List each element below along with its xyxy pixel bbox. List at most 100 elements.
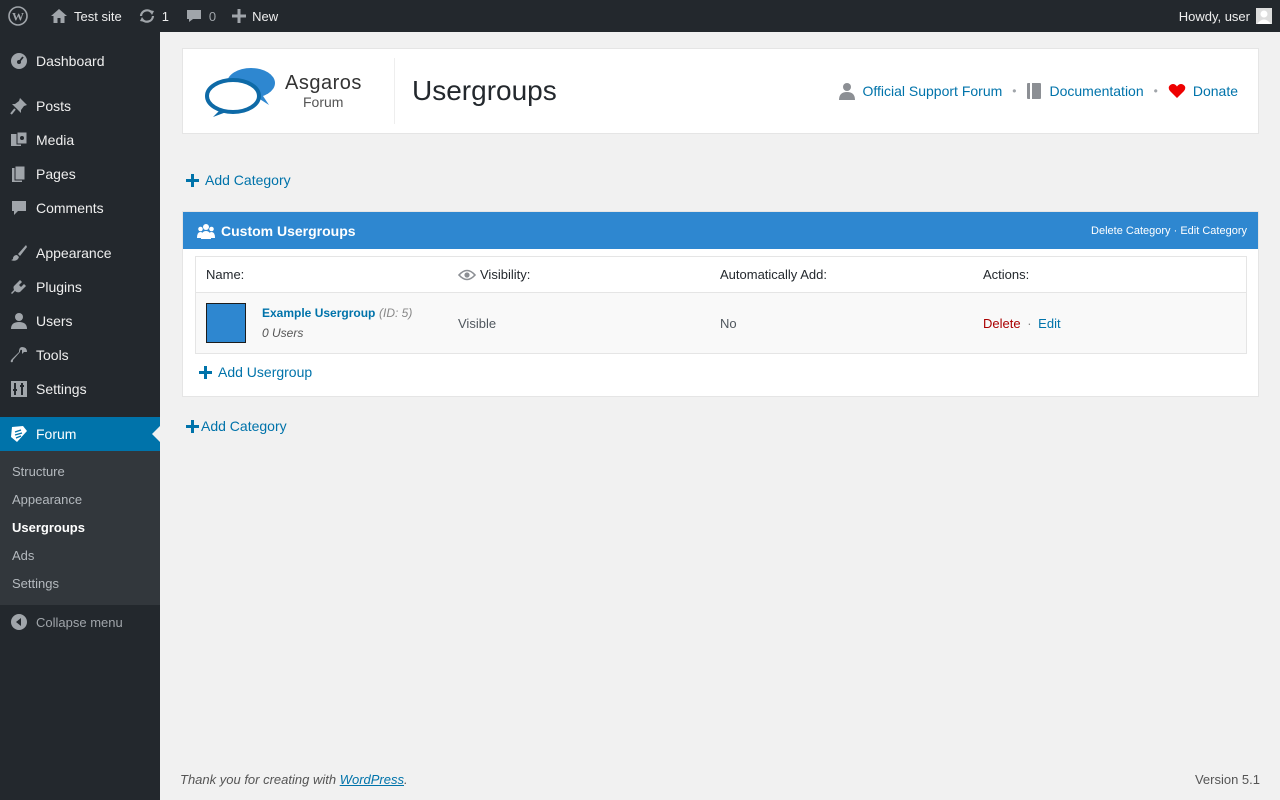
sidebar-item-label: Users xyxy=(36,313,73,329)
sidebar-item-label: Tools xyxy=(36,347,69,363)
my-account-link[interactable]: Howdy, user xyxy=(1179,8,1280,24)
updates-icon xyxy=(138,8,156,24)
documentation-label: Documentation xyxy=(1049,83,1144,99)
donate-label: Donate xyxy=(1192,83,1238,99)
wrench-icon xyxy=(9,345,29,365)
updates-link[interactable]: 1 xyxy=(130,0,177,32)
delete-usergroup-link[interactable]: Delete xyxy=(983,316,1021,331)
column-header-visibility: Visibility: xyxy=(480,267,531,282)
submenu-item-structure[interactable]: Structure xyxy=(0,458,160,486)
comments-link[interactable]: 0 xyxy=(177,0,224,32)
sidebar-item-forum[interactable]: Forum xyxy=(0,417,160,451)
logo-subtitle: Forum xyxy=(303,94,344,110)
add-category-button-bottom[interactable]: Add Category xyxy=(186,418,287,434)
column-header-actions: Actions: xyxy=(983,267,1030,282)
comments-icon xyxy=(9,198,29,218)
edit-usergroup-link[interactable]: Edit xyxy=(1038,316,1060,331)
sidebar-item-media[interactable]: Media xyxy=(0,123,160,157)
sidebar-item-label: Appearance xyxy=(36,245,112,261)
collapse-icon xyxy=(9,612,29,632)
page-title: Usergroups xyxy=(412,75,557,106)
sidebar-item-tools[interactable]: Tools xyxy=(0,338,160,372)
plus-icon xyxy=(186,173,199,187)
forum-icon xyxy=(9,424,29,444)
home-icon xyxy=(50,8,68,24)
sidebar-item-comments[interactable]: Comments xyxy=(0,191,160,225)
actions-separator: · xyxy=(1173,224,1178,237)
wordpress-icon: W xyxy=(8,6,28,26)
sidebar-item-label: Comments xyxy=(36,200,104,216)
usergroup-auto-add: No xyxy=(720,315,737,331)
submenu-item-usergroups[interactable]: Usergroups xyxy=(0,514,160,542)
comment-icon xyxy=(185,8,203,24)
person-icon xyxy=(839,82,856,100)
usergroup-name-link[interactable]: Example Usergroup xyxy=(262,306,375,320)
sidebar-item-appearance[interactable]: Appearance xyxy=(0,236,160,270)
category-actions: Delete Category · Edit Category xyxy=(1091,225,1247,237)
avatar xyxy=(1256,8,1272,24)
usergroup-color-swatch xyxy=(206,303,246,343)
book-icon xyxy=(1026,82,1042,100)
eye-icon xyxy=(458,269,476,281)
usergroup-user-count: 0 Users xyxy=(262,325,304,340)
separator-dot: • xyxy=(1153,84,1158,98)
sidebar-item-settings[interactable]: Settings xyxy=(0,372,160,406)
comments-count: 0 xyxy=(208,8,217,24)
wordpress-logo-button[interactable]: W xyxy=(0,0,42,32)
category-header: Custom Usergroups Delete Category · Edit… xyxy=(183,212,1258,249)
site-name: Test site xyxy=(74,8,122,24)
submenu-item-ads[interactable]: Ads xyxy=(0,542,160,570)
footer-version: Version 5.1 xyxy=(1194,772,1260,787)
site-name-link[interactable]: Test site xyxy=(42,0,130,32)
documentation-link[interactable]: Documentation xyxy=(1026,82,1144,100)
pages-icon xyxy=(9,164,29,184)
add-usergroup-button[interactable]: Add Usergroup xyxy=(199,364,312,380)
submenu-item-appearance[interactable]: Appearance xyxy=(0,486,160,514)
plugin-header: Asgaros Forum Usergroups Official Suppor… xyxy=(182,48,1259,134)
admin-sidebar: Dashboard Posts Media Pages Comments App… xyxy=(0,32,160,800)
updates-count: 1 xyxy=(161,8,169,24)
wordpress-link[interactable]: WordPress xyxy=(340,772,404,787)
svg-text:W: W xyxy=(12,10,24,24)
paintbrush-icon xyxy=(9,243,29,263)
column-header-auto-add: Automatically Add: xyxy=(720,267,827,282)
sidebar-item-posts[interactable]: Posts xyxy=(0,89,160,123)
sidebar-item-label: Plugins xyxy=(36,279,82,295)
edit-category-link[interactable]: Edit Category xyxy=(1180,225,1247,237)
settings-icon xyxy=(9,379,29,399)
footer-thanks: Thank you for creating with WordPress. xyxy=(180,772,408,787)
pin-icon xyxy=(9,96,29,116)
plus-icon xyxy=(232,9,247,23)
sidebar-item-plugins[interactable]: Plugins xyxy=(0,270,160,304)
greeting: Howdy, user xyxy=(1178,8,1250,24)
support-forum-link[interactable]: Official Support Forum xyxy=(839,82,1002,100)
separator-dot: • xyxy=(1012,84,1017,98)
add-category-button-top[interactable]: Add Category xyxy=(186,172,291,188)
media-icon xyxy=(9,130,29,150)
sidebar-item-label: Dashboard xyxy=(36,53,105,69)
donate-link[interactable]: Donate xyxy=(1168,83,1238,99)
table-header-row: Name: Visibility: Automatically Add: Act… xyxy=(196,257,1246,293)
sidebar-item-users[interactable]: Users xyxy=(0,304,160,338)
heart-icon xyxy=(1168,83,1186,99)
usergroups-icon xyxy=(197,223,215,239)
category-title: Custom Usergroups xyxy=(221,222,356,239)
sidebar-item-label: Media xyxy=(36,132,75,148)
admin-bar: W Test site 1 0 New Howdy, user xyxy=(0,0,1280,32)
actions-separator: · xyxy=(1027,315,1032,331)
support-forum-label: Official Support Forum xyxy=(862,83,1003,99)
sidebar-item-dashboard[interactable]: Dashboard xyxy=(0,44,160,78)
logo-title: Asgaros xyxy=(285,72,362,94)
add-category-label: Add Category xyxy=(205,172,291,188)
plus-icon xyxy=(186,419,199,433)
header-links: Official Support Forum • Documentation •… xyxy=(839,82,1238,100)
sidebar-item-pages[interactable]: Pages xyxy=(0,157,160,191)
submenu-item-settings[interactable]: Settings xyxy=(0,570,160,598)
new-content-link[interactable]: New xyxy=(224,0,286,32)
forum-submenu: Structure Appearance Usergroups Ads Sett… xyxy=(0,451,160,605)
delete-category-link[interactable]: Delete Category xyxy=(1091,225,1171,237)
collapse-menu-button[interactable]: Collapse menu xyxy=(0,605,160,639)
usergroups-table: Name: Visibility: Automatically Add: Act… xyxy=(195,256,1247,354)
plus-icon xyxy=(199,365,212,379)
footer-thanks-suffix: . xyxy=(404,772,408,787)
